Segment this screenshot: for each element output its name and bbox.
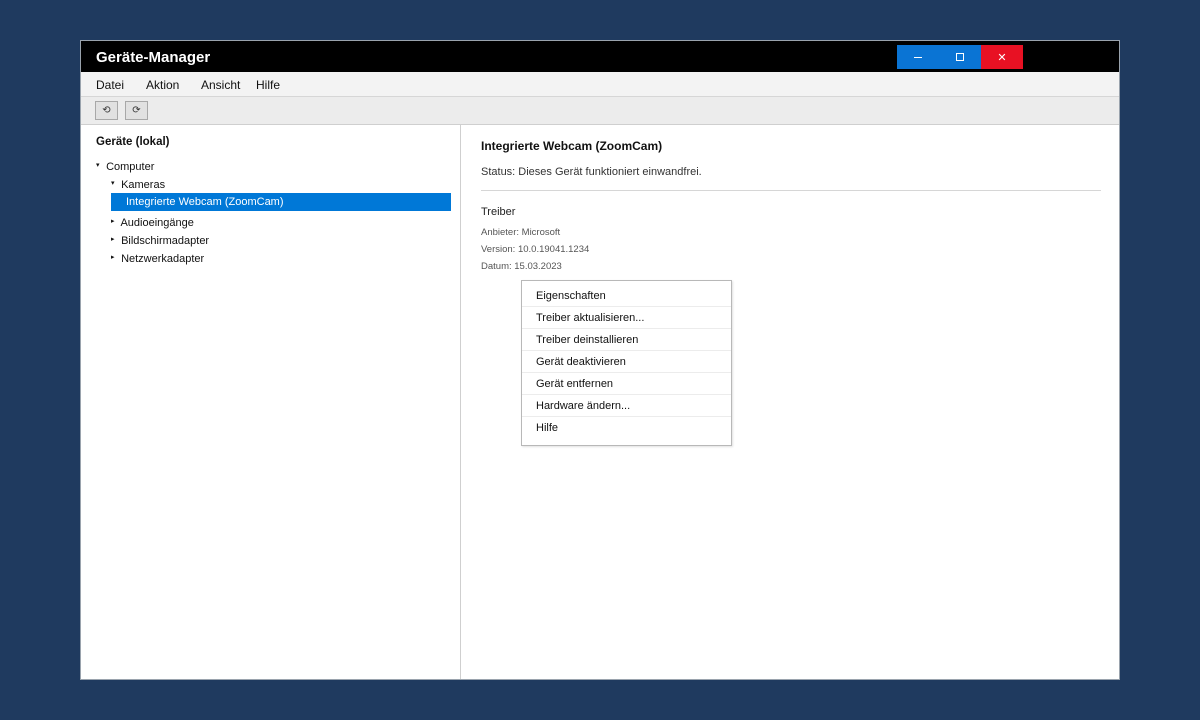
maximize-icon bbox=[956, 53, 964, 61]
tree-node-label: Audioeingänge bbox=[120, 217, 194, 229]
device-title: Integrierte Webcam (ZoomCam) bbox=[481, 139, 663, 153]
context-menu-disable-device[interactable]: Gerät deaktivieren bbox=[522, 351, 731, 373]
tree-node-label: Computer bbox=[106, 161, 155, 173]
collapsed-arrow-icon[interactable]: ▸ bbox=[111, 249, 118, 267]
driver-heading: Treiber bbox=[481, 206, 516, 218]
back-button[interactable]: ⟲ bbox=[95, 101, 118, 120]
tree-node-label: Bildschirmadapter bbox=[121, 235, 210, 247]
minimize-icon bbox=[914, 56, 922, 58]
maximize-button[interactable] bbox=[939, 45, 981, 69]
tree-node-label: Integrierte Webcam (ZoomCam) bbox=[126, 196, 284, 208]
device-status: Status: Dieses Gerät funktioniert einwan… bbox=[481, 166, 702, 178]
tree-node-bildschirmadapter[interactable]: ▸ Bildschirmadapter bbox=[111, 232, 209, 250]
tree-node-label: Netzwerkadapter bbox=[121, 253, 205, 265]
collapsed-arrow-icon[interactable]: ▸ bbox=[111, 231, 118, 249]
expanded-arrow-icon[interactable]: ▾ bbox=[96, 157, 103, 175]
context-menu-remove-device[interactable]: Gerät entfernen bbox=[522, 373, 731, 395]
tree-node-computer[interactable]: ▾ Computer bbox=[96, 158, 154, 176]
menu-datei[interactable]: Datei bbox=[96, 78, 124, 92]
context-menu-update-driver[interactable]: Treiber aktualisieren... bbox=[522, 307, 731, 329]
tree-node-kameras[interactable]: ▾ Kameras bbox=[111, 176, 165, 194]
close-button[interactable]: ✕ bbox=[981, 45, 1023, 69]
back-icon: ⟲ bbox=[102, 105, 111, 116]
context-menu-properties[interactable]: Eigenschaften bbox=[522, 285, 731, 307]
tree-heading: Geräte (lokal) bbox=[96, 136, 170, 148]
titlebar[interactable]: Geräte-Manager ✕ bbox=[81, 41, 1119, 72]
driver-vendor: Anbieter: Microsoft bbox=[481, 227, 561, 238]
device-tree-pane: Geräte (lokal) ▾ Computer ▾ Kameras Inte… bbox=[81, 125, 461, 679]
minimize-button[interactable] bbox=[897, 45, 939, 69]
menu-aktion[interactable]: Aktion bbox=[146, 78, 179, 92]
menu-hilfe[interactable]: Hilfe bbox=[256, 78, 280, 92]
close-icon: ✕ bbox=[997, 51, 1007, 64]
tree-node-audioeingaenge[interactable]: ▸ Audioeingänge bbox=[111, 214, 194, 232]
expanded-arrow-icon[interactable]: ▾ bbox=[111, 175, 118, 193]
toolbar: ⟲ ⟳ bbox=[81, 97, 1119, 125]
forward-button[interactable]: ⟳ bbox=[125, 101, 148, 120]
context-menu-change-hardware[interactable]: Hardware ändern... bbox=[522, 395, 731, 417]
tree-node-label: Kameras bbox=[121, 179, 166, 191]
context-menu-uninstall-driver[interactable]: Treiber deinstallieren bbox=[522, 329, 731, 351]
context-menu: Eigenschaften Treiber aktualisieren... T… bbox=[521, 280, 732, 446]
tree-node-webcam[interactable]: Integrierte Webcam (ZoomCam) bbox=[111, 193, 451, 211]
tree-node-netzwerkadapter[interactable]: ▸ Netzwerkadapter bbox=[111, 250, 204, 268]
device-manager-window: Geräte-Manager ✕ Datei Aktion Ansicht Hi… bbox=[80, 40, 1120, 680]
window-title: Geräte-Manager bbox=[96, 49, 211, 66]
collapsed-arrow-icon[interactable]: ▸ bbox=[111, 213, 118, 231]
driver-date: Datum: 15.03.2023 bbox=[481, 261, 562, 272]
menu-ansicht[interactable]: Ansicht bbox=[201, 78, 240, 92]
divider bbox=[481, 190, 1101, 191]
driver-version: Version: 10.0.19041.1234 bbox=[481, 244, 590, 255]
context-menu-help[interactable]: Hilfe bbox=[522, 417, 731, 439]
menubar: Datei Aktion Ansicht Hilfe bbox=[81, 72, 1119, 97]
forward-icon: ⟳ bbox=[132, 105, 141, 116]
